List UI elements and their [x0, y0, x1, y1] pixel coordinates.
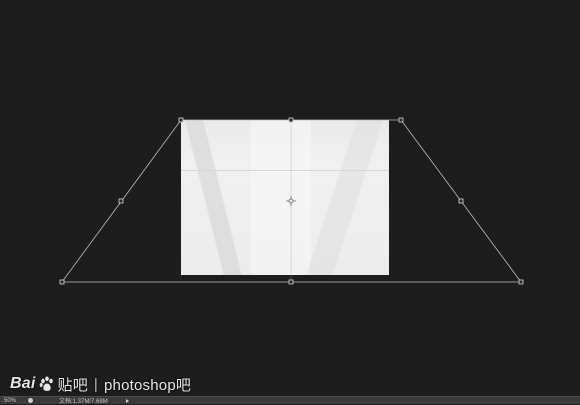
perspective-transform-box[interactable] — [0, 0, 580, 396]
baidu-paw-icon — [39, 376, 53, 391]
handle-bottom-right[interactable] — [518, 279, 524, 285]
handle-bottom-left[interactable] — [59, 279, 65, 285]
document-canvas[interactable] — [0, 0, 580, 396]
handle-bottom-center[interactable] — [288, 279, 294, 285]
status-bar: 50% 文档:1.37M/7.68M — [0, 396, 580, 405]
zoom-level[interactable]: 50% — [4, 398, 24, 404]
handle-middle-right[interactable] — [458, 198, 464, 204]
watermark-separator: | — [93, 375, 99, 393]
zoom-icon[interactable] — [28, 398, 33, 403]
watermark-brand-prefix: Bai — [10, 375, 36, 392]
watermark-brand-suffix: 贴吧 — [57, 376, 88, 394]
handle-top-left[interactable] — [178, 117, 184, 123]
watermark-forum-name: photoshop吧 — [104, 376, 192, 394]
handle-middle-left[interactable] — [118, 198, 124, 204]
handle-top-center[interactable] — [288, 117, 294, 123]
baidu-tieba-watermark: Bai 贴吧 | photoshop吧 — [10, 372, 191, 396]
status-menu-arrow-icon[interactable] — [125, 398, 129, 403]
handle-top-right[interactable] — [398, 117, 404, 123]
